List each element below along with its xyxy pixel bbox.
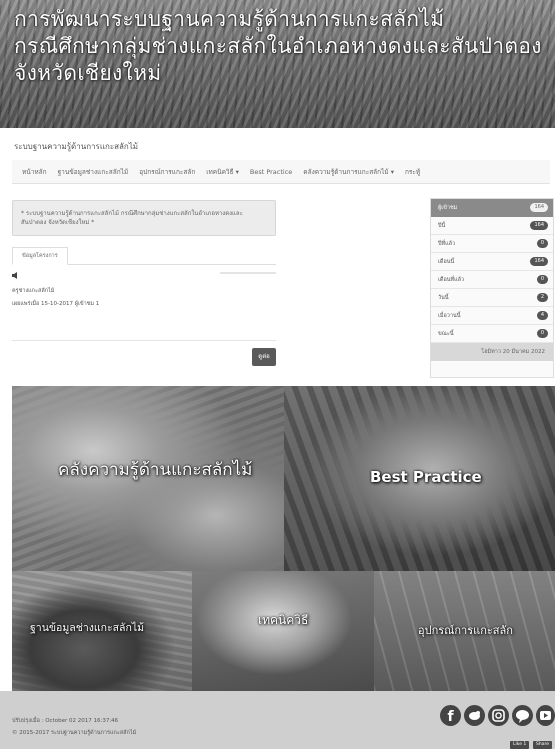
nav-craftsman-db[interactable]: ฐานข้อมูลช่างแกะสลักไม้ — [58, 167, 129, 177]
nav-best-practice[interactable]: Best Practice — [250, 168, 292, 176]
instagram-icon[interactable] — [488, 705, 509, 726]
svg-text:f: f — [448, 709, 455, 725]
divider — [12, 340, 276, 341]
youtube-icon[interactable] — [536, 705, 555, 726]
stat-count-badge: 164 — [530, 257, 548, 266]
stat-label: เดือนนี้ — [438, 258, 455, 265]
tile-techniques[interactable]: เทคนิควิธี — [192, 571, 374, 691]
stat-label: ผู้เข้าชม — [438, 204, 458, 211]
facebook-share-button[interactable]: Share — [533, 741, 552, 749]
nav-home[interactable]: หน้าหลัก — [22, 167, 47, 177]
notice-panel: * ระบบฐานความรู้ด้านการแกะสลักไม้ กรณีศึ… — [12, 200, 276, 236]
tile-craftsman-db[interactable]: ฐานข้อมูลช่างแกะสลักไม้ — [12, 571, 192, 691]
tile-tools-label: อุปกรณ์การแกะสลัก — [418, 624, 513, 637]
stat-count-badge: 4 — [536, 311, 548, 320]
stat-row: ขณะนี้ 0 — [431, 325, 553, 343]
stat-row: เดือนนี้ 164 — [431, 253, 553, 271]
last-updated-text: ปรับปรุงเมื่อ : October 02 2017 16:37:46 — [12, 718, 119, 724]
tab-project-info[interactable]: ข้อมูลโครงการ — [12, 247, 68, 265]
nav-techniques-dropdown[interactable]: เทคนิควิธี ▾ — [206, 167, 239, 177]
stat-row: เมื่อวานนี้ 4 — [431, 307, 553, 325]
tile-tools[interactable]: อุปกรณ์การแกะสลัก — [374, 571, 555, 691]
twitter-icon[interactable] — [464, 705, 485, 726]
tile-techniques-label: เทคนิควิธี — [258, 613, 309, 627]
stat-label: เมื่อวานนี้ — [438, 312, 461, 319]
nav-knowledge-dropdown[interactable]: คลังความรู้ด้านการแกะสลักไม้ ▾ — [303, 167, 394, 177]
stat-count-badge: 164 — [530, 203, 548, 212]
stat-count-badge: 2 — [536, 293, 548, 302]
stat-label: ขณะนี้ — [438, 330, 454, 337]
visitor-stats-panel: ผู้เข้าชม 164 ปีนี้ 164 ปีที่แล้ว 0 เดือ… — [430, 198, 554, 378]
tile-craftsman-db-label: ฐานข้อมูลช่างแกะสลักไม้ — [30, 622, 145, 634]
site-name[interactable]: ระบบฐานความรู้ด้านการแกะสลักไม้ — [14, 140, 138, 153]
stat-row: เดือนที่แล้ว 0 — [431, 271, 553, 289]
banner-title-line-1: การพัฒนาระบบฐานความรู้ด้านการแกะสลักไม้ — [14, 7, 445, 31]
stat-count-badge: 0 — [536, 275, 548, 284]
project-title[interactable]: ครูช่างแกะสลักไม้ — [12, 287, 54, 295]
stat-count-badge: 0 — [536, 239, 548, 248]
stat-label: ปีนี้ — [438, 222, 446, 229]
project-meta: เผยแพร่เมื่อ 15-10-2017 ผู้เข้าชม 1 — [12, 301, 100, 307]
stat-row: ผู้เข้าชม 164 — [431, 199, 553, 217]
banner-title-line-3: จังหวัดเชียงใหม่ — [14, 61, 162, 85]
facebook-like-button[interactable]: Like 1 — [510, 741, 530, 749]
facebook-icon[interactable]: f — [440, 705, 461, 726]
stat-count-badge: 164 — [530, 221, 548, 230]
stat-label: ปีที่แล้ว — [438, 240, 456, 247]
copyright-text: © 2015-2017 ระบบฐานความรู้ด้านการแกะสลัก… — [12, 730, 137, 736]
stats-footer-date: โฮมิทาว 20 มีนาคม 2022 — [431, 343, 553, 361]
line-icon[interactable] — [512, 705, 533, 726]
stat-row: วันนี้ 2 — [431, 289, 553, 307]
more-button[interactable]: ดูต่อ — [252, 348, 276, 366]
main-navbar: หน้าหลัก ฐานข้อมูลช่างแกะสลักไม้ อุปกรณ์… — [12, 160, 550, 184]
tile-knowledge[interactable]: คลังความรู้ด้านแกะสลักไม้ — [12, 386, 284, 571]
nav-faq[interactable]: กระทู้ — [405, 167, 420, 177]
stat-label: วันนี้ — [438, 294, 449, 301]
tile-best-practice-label: Best Practice — [370, 468, 482, 486]
header-banner: การพัฒนาระบบฐานความรู้ด้านการแกะสลักไม้ … — [0, 0, 555, 128]
page-footer: ปรับปรุงเมื่อ : October 02 2017 16:37:46… — [0, 691, 555, 749]
stat-row: ปีที่แล้ว 0 — [431, 235, 553, 253]
banner-title: การพัฒนาระบบฐานความรู้ด้านการแกะสลักไม้ … — [14, 6, 544, 87]
stat-count-badge: 0 — [536, 329, 548, 338]
tile-best-practice[interactable]: Best Practice — [284, 386, 555, 571]
marquee-track — [220, 272, 276, 274]
stat-label: เดือนที่แล้ว — [438, 276, 465, 283]
tile-knowledge-label: คลังความรู้ด้านแกะสลักไม้ — [58, 460, 253, 480]
stat-row: ปีนี้ 164 — [431, 217, 553, 235]
speaker-icon[interactable] — [12, 272, 20, 279]
banner-title-line-2: กรณีศึกษากลุ่มช่างแกะสลักในอำเภอหางดงและ… — [14, 34, 542, 58]
tab-strip: ข้อมูลโครงการ — [12, 247, 276, 265]
nav-tools[interactable]: อุปกรณ์การแกะสลัก — [139, 167, 195, 177]
